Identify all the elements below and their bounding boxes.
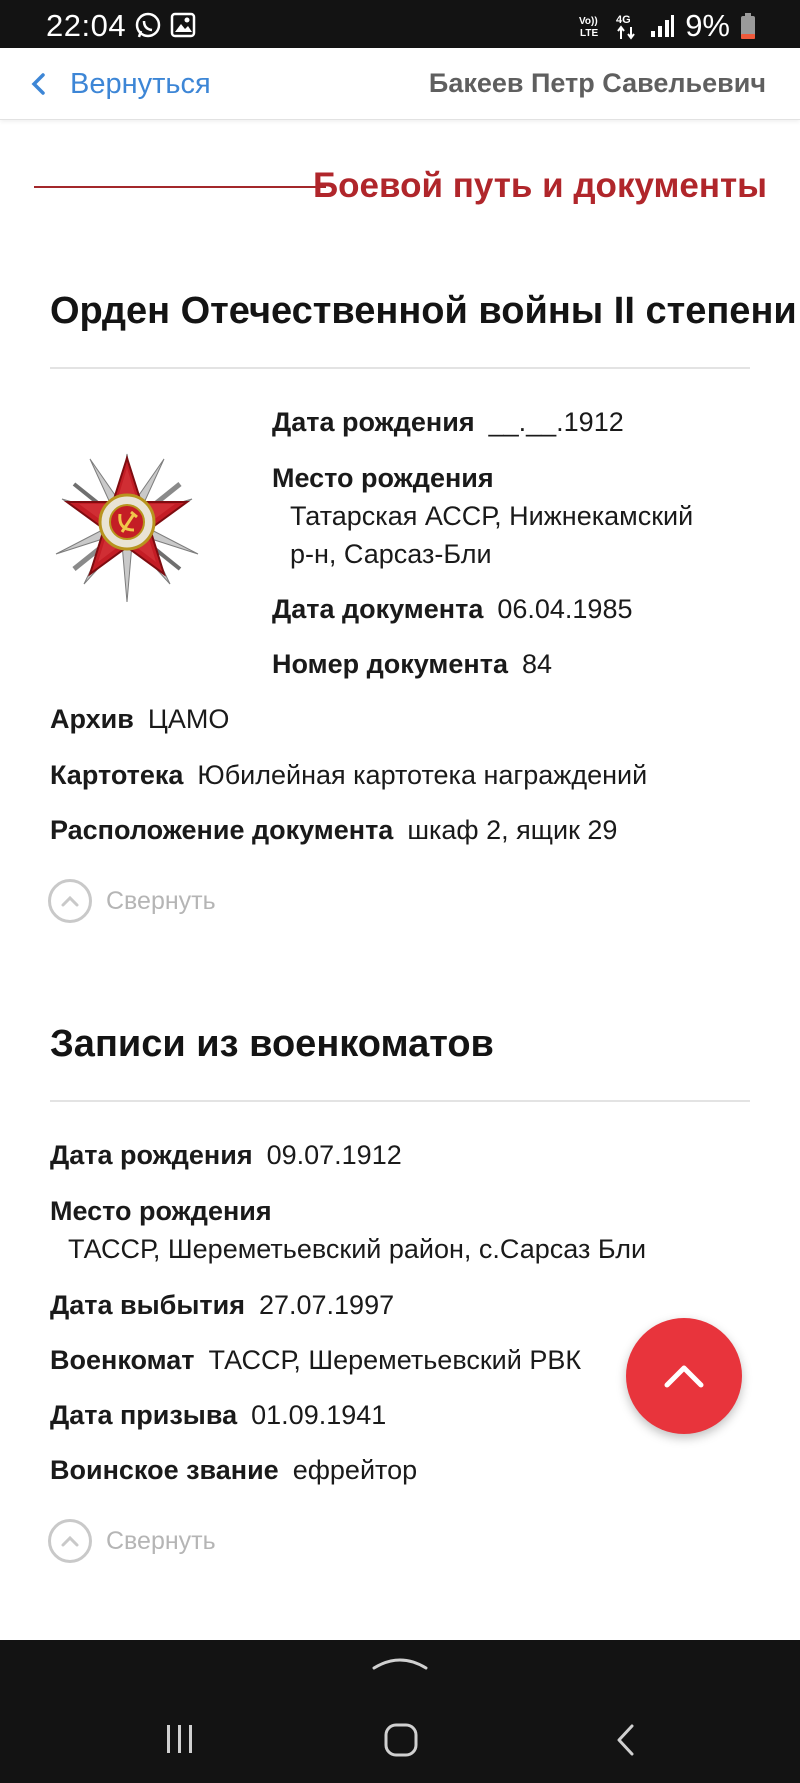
collapse-label: Свернуть <box>106 1526 216 1555</box>
award-birth-date: Дата рождения __.__.1912 <box>272 403 624 441</box>
enlistment-title: Записи из военкоматов <box>50 1023 494 1065</box>
award-title: Орден Отечественной войны II степени <box>50 290 797 332</box>
gallery-icon <box>170 12 196 38</box>
app-header: Вернуться Бакеев Петр Савельевич <box>0 48 800 120</box>
value: 27.07.1997 <box>258 1290 395 1320</box>
signal-icon <box>651 15 675 37</box>
recent-apps-icon[interactable] <box>162 1722 198 1756</box>
label: Дата рождения <box>272 407 475 437</box>
value: р-н, Сарсаз-Бли <box>290 539 492 569</box>
section-title: Боевой путь и документы <box>313 166 767 205</box>
enlistment-departure-date: Дата выбытия 27.07.1997 <box>50 1286 394 1324</box>
status-bar: 22:04 Vo)) LTE 4G 9% <box>0 0 800 48</box>
label: Дата документа <box>272 594 484 624</box>
person-name: Бакеев Петр Савельевич <box>428 68 766 98</box>
section-header: Боевой путь и документы <box>34 166 767 214</box>
label: Дата выбытия <box>50 1290 245 1320</box>
label: Дата призыва <box>50 1400 238 1430</box>
label: Дата рождения <box>50 1140 253 1170</box>
label: Картотека <box>50 760 184 790</box>
system-navigation-bar <box>0 1640 800 1783</box>
label: Расположение документа <box>50 815 394 845</box>
award-document-date: Дата документа 06.04.1985 <box>272 590 632 628</box>
label: Номер документа <box>272 649 508 679</box>
svg-text:LTE: LTE <box>580 28 598 39</box>
enlistment-birth-date: Дата рождения 09.07.1912 <box>50 1136 402 1174</box>
label: Архив <box>50 704 134 734</box>
scroll-to-top-button[interactable] <box>626 1318 742 1434</box>
expand-handle-icon[interactable] <box>370 1654 430 1674</box>
volte-icon: Vo)) LTE <box>579 16 598 39</box>
battery-percent: 9% <box>685 8 730 43</box>
award-document-location: Расположение документа шкаф 2, ящик 29 <box>50 811 617 849</box>
award-archive: Архив ЦАМО <box>50 700 229 738</box>
value: Юбилейная картотека награждений <box>197 760 648 790</box>
award-document-number: Номер документа 84 <box>272 645 552 683</box>
status-right: Vo)) LTE 4G 9% <box>579 8 756 44</box>
value: __.__.1912 <box>488 407 624 437</box>
enlistment-rank: Воинское звание ефрейтор <box>50 1451 417 1489</box>
collapse-button[interactable]: Свернуть <box>48 1519 216 1563</box>
value: шкаф 2, ящик 29 <box>407 815 618 845</box>
back-button[interactable]: Вернуться <box>30 62 211 106</box>
value: 09.07.1912 <box>266 1140 402 1170</box>
label: Место рождения <box>50 1196 272 1226</box>
enlistment-birth-place: Место рождения ТАССР, Шереметьевский рай… <box>50 1192 646 1268</box>
award-card-index: Картотека Юбилейная картотека награждений <box>50 756 647 794</box>
status-time: 22:04 <box>46 8 127 43</box>
enlistment-conscription-date: Дата призыва 01.09.1941 <box>50 1396 386 1434</box>
value: ТАССР, Шереметьевский район, с.Сарсаз Бл… <box>68 1234 647 1264</box>
svg-text:Vo)): Vo)) <box>579 16 598 27</box>
value: 01.09.1941 <box>251 1400 387 1430</box>
whatsapp-icon <box>135 12 161 38</box>
home-icon[interactable] <box>383 1722 419 1758</box>
value: ЦАМО <box>147 704 230 734</box>
card-divider <box>50 367 750 369</box>
value: ТАССР, Шереметьевский РВК <box>208 1345 582 1375</box>
enlistment-office: Военкомат ТАССР, Шереметьевский РВК <box>50 1341 581 1379</box>
network-4g-icon: 4G <box>616 14 635 40</box>
label: Место рождения <box>272 463 494 493</box>
svg-text:4G: 4G <box>616 14 631 26</box>
label: Воинское звание <box>50 1455 279 1485</box>
chevron-left-icon <box>31 73 45 95</box>
value: ефрейтор <box>292 1455 418 1485</box>
battery-icon <box>741 13 755 39</box>
section-divider-line <box>34 186 326 188</box>
label: Военкомат <box>50 1345 195 1375</box>
value: Татарская АССР, Нижнекамский <box>290 501 694 531</box>
chevron-up-icon <box>48 1519 92 1563</box>
value: 84 <box>521 649 553 679</box>
order-medal-icon <box>55 453 199 603</box>
chevron-up-icon <box>664 1365 704 1388</box>
value: 06.04.1985 <box>497 594 633 624</box>
collapse-button[interactable]: Свернуть <box>48 879 216 923</box>
card-divider <box>50 1100 750 1102</box>
collapse-label: Свернуть <box>106 886 216 915</box>
award-birth-place: Место рождения Татарская АССР, Нижнекамс… <box>272 459 693 573</box>
back-nav-icon[interactable] <box>612 1722 640 1758</box>
back-label: Вернуться <box>70 67 211 100</box>
chevron-up-icon <box>48 879 92 923</box>
